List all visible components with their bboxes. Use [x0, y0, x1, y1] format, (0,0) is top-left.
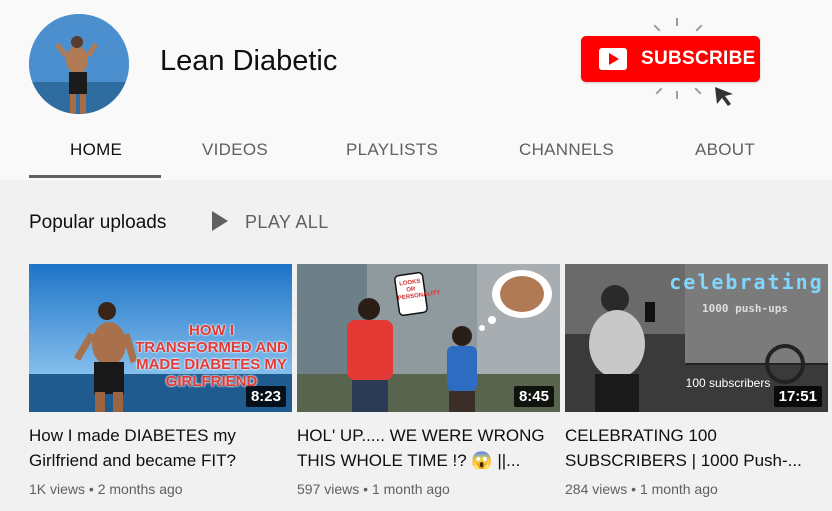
sparkle-decoration: [676, 18, 678, 26]
tab-about[interactable]: ABOUT: [695, 140, 755, 160]
sparkle-decoration: [653, 24, 661, 32]
video-card[interactable]: celebrating 1000 push-ups 100 subscriber…: [565, 264, 828, 497]
video-thumbnail[interactable]: LOOKS OR PERSONALITY 8:45: [297, 264, 560, 412]
tab-channels[interactable]: CHANNELS: [519, 140, 614, 160]
cursor-icon: [715, 87, 733, 106]
video-age: 1 month ago: [639, 481, 718, 497]
channel-avatar[interactable]: [29, 14, 129, 114]
play-all-button[interactable]: PLAY ALL: [245, 212, 329, 233]
youtube-play-icon: [599, 48, 627, 70]
video-meta: 597 views • 1 month ago: [297, 481, 450, 497]
thumbnail-caption: LOOKS OR PERSONALITY: [397, 278, 441, 302]
sparkle-decoration: [695, 24, 703, 32]
video-duration: 17:51: [773, 386, 822, 407]
video-title[interactable]: How I made DIABETES my Girlfriend and be…: [29, 423, 292, 473]
video-duration: 8:23: [245, 386, 286, 407]
section-title: Popular uploads: [29, 212, 167, 233]
video-title[interactable]: HOL' UP..... WE WERE WRONG THIS WHOLE TI…: [297, 423, 560, 473]
video-views: 1K views: [29, 481, 86, 497]
play-all-icon[interactable]: [212, 211, 228, 231]
video-views: 597 views: [297, 481, 360, 497]
channel-tabs: HOME VIDEOS PLAYLISTS CHANNELS ABOUT: [0, 128, 832, 178]
tab-home[interactable]: HOME: [70, 140, 122, 160]
tab-videos[interactable]: VIDEOS: [202, 140, 268, 160]
channel-name: Lean Diabetic: [160, 45, 338, 77]
subscribe-button[interactable]: SUBSCRIBE: [581, 36, 760, 82]
video-card[interactable]: HOW I TRANSFORMED AND MADE DIABETES MY G…: [29, 264, 292, 497]
active-tab-indicator: [29, 175, 161, 178]
video-card[interactable]: LOOKS OR PERSONALITY 8:45 HOL' UP..... W…: [297, 264, 560, 497]
video-age: 1 month ago: [371, 481, 450, 497]
thumbnail-headline: celebrating: [669, 270, 824, 294]
sparkle-decoration: [655, 87, 663, 95]
thumbnail-caption: 100 subscribers: [685, 376, 771, 390]
tab-playlists[interactable]: PLAYLISTS: [346, 140, 438, 160]
sparkle-decoration: [694, 87, 702, 95]
video-views: 284 views: [565, 481, 628, 497]
subscribe-label: SUBSCRIBE: [641, 48, 756, 69]
thumbnail-subtext: 1000 push-ups: [701, 302, 789, 315]
sparkle-decoration: [676, 91, 678, 99]
video-title[interactable]: CELEBRATING 100 SUBSCRIBERS | 1000 Push-…: [565, 423, 828, 473]
video-meta: 284 views • 1 month ago: [565, 481, 718, 497]
video-thumbnail[interactable]: HOW I TRANSFORMED AND MADE DIABETES MY G…: [29, 264, 292, 412]
video-duration: 8:45: [513, 386, 554, 407]
video-thumbnail[interactable]: celebrating 1000 push-ups 100 subscriber…: [565, 264, 828, 412]
video-age: 2 months ago: [97, 481, 183, 497]
thumbnail-caption: HOW I TRANSFORMED AND MADE DIABETES MY G…: [135, 322, 288, 390]
video-meta: 1K views • 2 months ago: [29, 481, 183, 497]
